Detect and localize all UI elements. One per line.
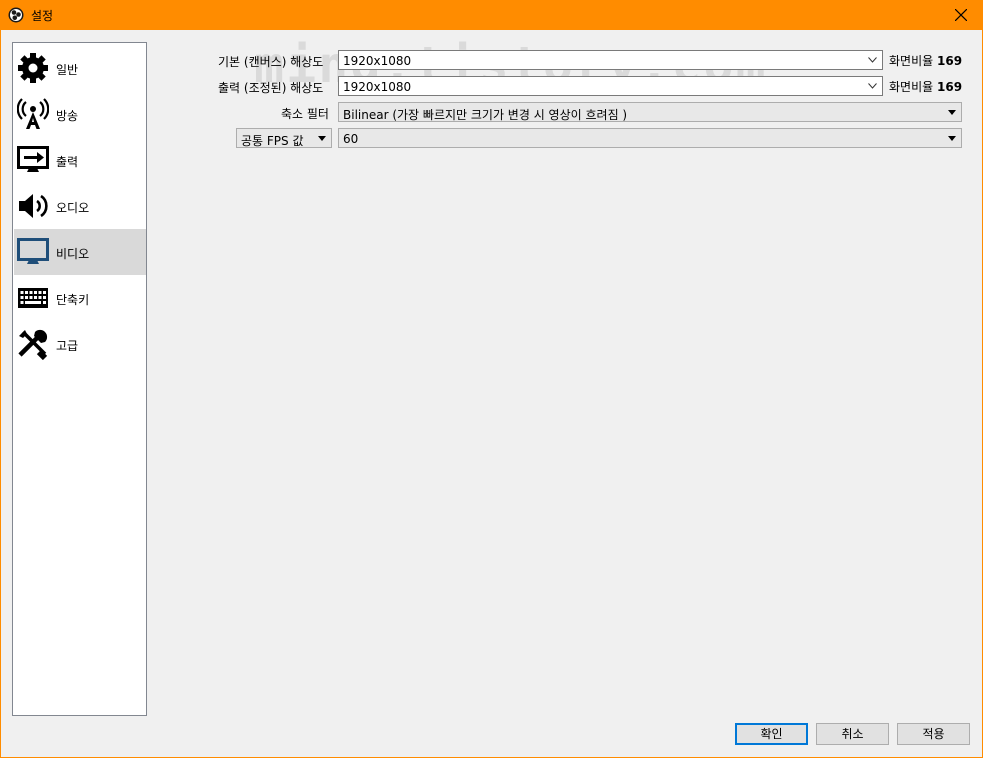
base-resolution-combo[interactable]: 1920x1080 <box>338 50 883 70</box>
chevron-down-icon <box>868 57 877 63</box>
close-icon <box>955 9 967 21</box>
dropdown-arrow-icon <box>318 136 326 141</box>
close-button[interactable] <box>943 0 979 30</box>
base-aspect-ratio: 화면비율 169 <box>889 52 962 69</box>
fps-value: 60 <box>343 132 359 146</box>
chevron-down-icon <box>868 83 877 89</box>
sidebar-item-label: 오디오 <box>56 201 90 215</box>
tools-icon <box>18 329 48 360</box>
downscale-filter-select[interactable]: Bilinear (가장 빠르지만 크기가 변경 시 영상이 흐려짐 ) <box>338 102 962 122</box>
output-resolution-value: 1920x1080 <box>343 80 412 94</box>
aspect-ratio-label: 화면비율 <box>889 54 934 68</box>
sidebar-item-label: 일반 <box>56 63 79 77</box>
keyboard-icon <box>18 288 48 308</box>
sidebar-item-advanced[interactable]: 고급 <box>14 321 146 367</box>
base-resolution-label: 기본 (캔버스) 해상도 <box>218 55 324 69</box>
sidebar-item-label: 고급 <box>56 339 79 353</box>
sidebar-item-hotkeys[interactable]: 단축키 <box>14 275 146 321</box>
gear-icon <box>18 53 48 83</box>
broadcast-antenna-icon <box>17 98 49 129</box>
cancel-button[interactable]: 취소 <box>816 723 889 745</box>
dropdown-arrow-icon <box>948 136 956 141</box>
downscale-filter-value: Bilinear (가장 빠르지만 크기가 변경 시 영상이 흐려짐 ) <box>343 108 628 122</box>
fps-value-select[interactable]: 60 <box>338 128 962 148</box>
aspect-ratio-label: 화면비율 <box>889 80 934 94</box>
sidebar-item-audio[interactable]: 오디오 <box>14 183 146 229</box>
fps-type-value: 공통 FPS 값 <box>241 134 304 148</box>
output-resolution-label: 출력 (조정된) 해상도 <box>218 81 324 95</box>
speaker-icon <box>19 194 48 218</box>
monitor-icon <box>17 238 49 264</box>
sidebar-item-label: 단축키 <box>56 293 90 307</box>
apply-button[interactable]: 적용 <box>897 723 970 745</box>
output-resolution-combo[interactable]: 1920x1080 <box>338 76 883 96</box>
sidebar-item-label: 출력 <box>56 155 79 169</box>
sidebar-item-label: 방송 <box>56 109 79 123</box>
sidebar-item-general[interactable]: 일반 <box>14 45 146 91</box>
output-aspect-ratio: 화면비율 169 <box>889 78 962 95</box>
sidebar-item-stream[interactable]: 방송 <box>14 91 146 137</box>
ok-button[interactable]: 확인 <box>735 723 808 745</box>
aspect-ratio-value: 169 <box>937 80 963 94</box>
title-bar[interactable]: 설정 <box>0 0 983 30</box>
downscale-filter-label: 축소 필터 <box>281 107 329 121</box>
window-title: 설정 <box>31 9 54 23</box>
output-monitor-icon <box>17 146 49 172</box>
obs-logo-icon <box>8 7 24 23</box>
sidebar-item-label: 비디오 <box>56 247 90 261</box>
fps-type-select[interactable]: 공통 FPS 값 <box>236 128 332 148</box>
sidebar-item-video[interactable]: 비디오 <box>14 229 146 275</box>
dropdown-arrow-icon <box>948 110 956 115</box>
sidebar-item-output[interactable]: 출력 <box>14 137 146 183</box>
base-resolution-value: 1920x1080 <box>343 54 412 68</box>
aspect-ratio-value: 169 <box>937 54 963 68</box>
settings-sidebar: 일반 방송 출력 오디오 비디오 단축키 고급 <box>12 42 147 716</box>
